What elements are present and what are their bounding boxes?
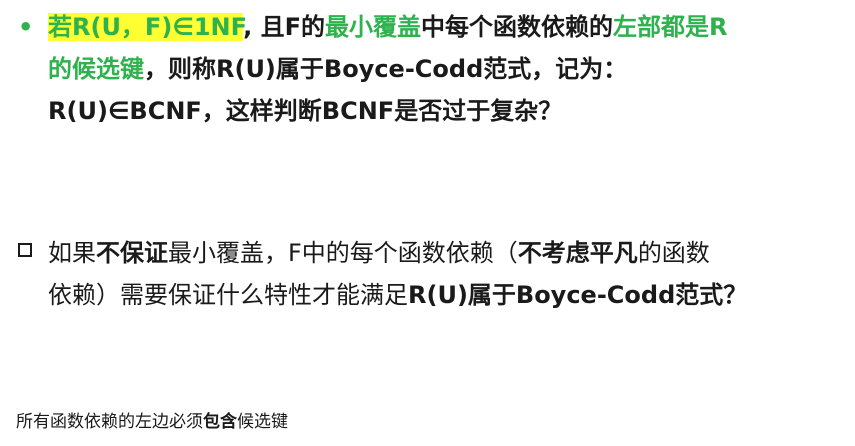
condition-highlight: 若R(U，F)∈1NF: [48, 13, 244, 41]
question-line-1: 如果不保证最小覆盖，F中的每个函数依赖（不考虑平凡的函数: [18, 232, 848, 274]
text-segment: 依赖）需要保证什么特性才能满足: [48, 281, 408, 309]
text-segment: ，则称R(U)属于Boyce-Codd范式，记为：: [144, 55, 628, 83]
emphasis-text: 不保证: [96, 239, 168, 267]
definition-line-1: 若R(U，F)∈1NF, 且F的最小覆盖中每个函数依赖的左部都是R: [18, 6, 848, 48]
text-segment: 所有函数依赖的左边必须: [16, 412, 203, 432]
answer-note: 所有函数依赖的左边必须包含候选键: [16, 410, 288, 434]
question-line-2: 依赖）需要保证什么特性才能满足R(U)属于Boyce-Codd范式？: [18, 274, 848, 316]
text-segment: 候选键: [237, 412, 288, 432]
text-segment: , 且F的: [243, 13, 326, 41]
text-segment: 如果: [48, 239, 96, 267]
text-segment: 中每个函数依赖的: [421, 13, 614, 41]
checkbox-bullet-icon: [18, 243, 32, 257]
definition-line-3: R(U)∈BCNF，这样判断BCNF是否过于复杂？: [48, 97, 563, 125]
emphasis-text: 不考虑平凡: [517, 239, 638, 267]
text-segment: 最小覆盖，F中的每个函数依赖（: [168, 239, 518, 267]
emphasis-text: R(U)属于Boyce-Codd范式？: [408, 281, 748, 309]
emphasis-text: 包含: [203, 412, 237, 432]
question-paragraph: 如果不保证最小覆盖，F中的每个函数依赖（不考虑平凡的函数 依赖）需要保证什么特性…: [18, 232, 848, 316]
lhs-term: 左部都是R: [613, 13, 728, 41]
bcnf-definition-paragraph: • 若R(U，F)∈1NF, 且F的最小覆盖中每个函数依赖的左部都是R 的候选键…: [18, 6, 848, 132]
definition-line-2: 的候选键，则称R(U)属于Boyce-Codd范式，记为：: [18, 48, 848, 90]
min-cover-term: 最小覆盖: [325, 13, 422, 41]
candidate-key-term: 的候选键: [48, 55, 144, 83]
text-segment: 的函数: [637, 239, 710, 267]
bullet-marker: •: [18, 13, 34, 41]
